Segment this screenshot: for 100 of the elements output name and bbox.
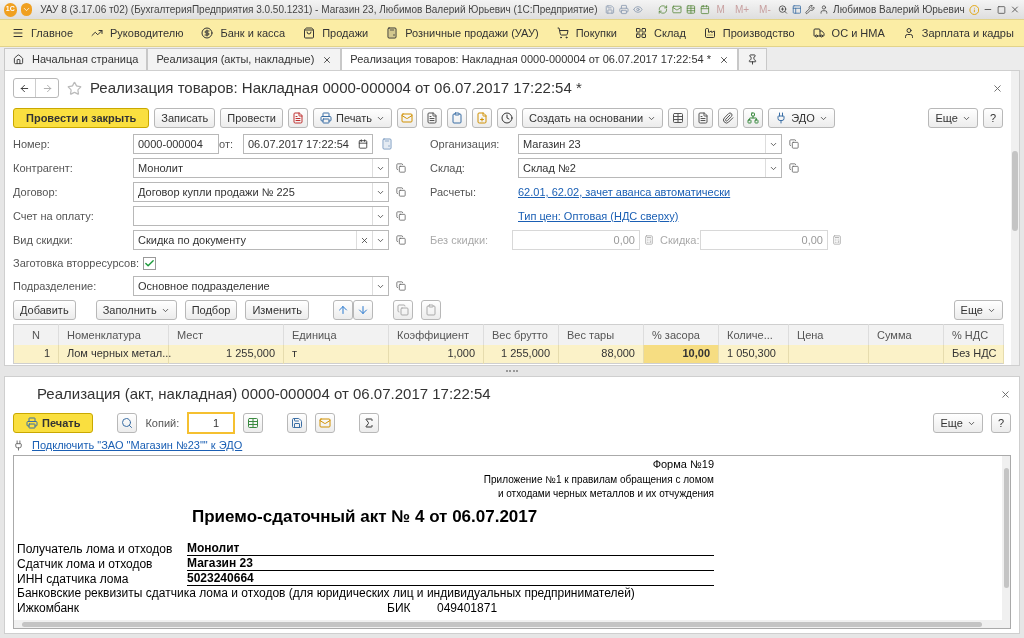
post-close-button[interactable]: Провести и закрыть	[13, 108, 150, 128]
tab[interactable]: Начальная страница	[4, 48, 148, 70]
row-label: Сдатчик лома и отходов	[17, 557, 154, 571]
column-header[interactable]: Вес тары	[558, 324, 644, 345]
paste-button[interactable]	[421, 300, 441, 320]
fill-button[interactable]: Заполнить	[95, 300, 177, 320]
select-field[interactable]: Основное подразделение	[133, 276, 389, 296]
calculator-icon[interactable]	[832, 235, 842, 245]
section-item[interactable]: Банк и касса	[201, 24, 286, 42]
mail-icon	[401, 112, 414, 124]
checkbox[interactable]	[143, 256, 157, 270]
column-header[interactable]: Коэффициент	[388, 324, 484, 345]
report-button[interactable]	[447, 108, 468, 128]
section-item[interactable]: ОС и НМА	[812, 24, 885, 42]
column-header[interactable]: Количе...	[718, 324, 789, 345]
more-button[interactable]: Еще	[933, 413, 983, 433]
save-icon[interactable]	[605, 4, 616, 15]
column-header[interactable]: Цена	[788, 324, 869, 345]
section-item[interactable]: Производство	[703, 24, 795, 42]
edo-link[interactable]: Подключить "ЗАО "Магазин №23"" к ЭДО	[32, 436, 243, 454]
tab[interactable]: Реализация (акты, накладные)	[147, 48, 342, 70]
file-button[interactable]	[693, 108, 714, 128]
print-button[interactable]: Печать	[13, 413, 94, 433]
date-field[interactable]: 06.07.2017 17:22:54	[243, 134, 373, 154]
ledger-button[interactable]	[288, 108, 308, 128]
sum-button[interactable]	[359, 413, 380, 433]
refresh-icon[interactable]	[658, 4, 668, 15]
settings-icon[interactable]	[805, 4, 816, 15]
tab[interactable]	[737, 48, 767, 70]
column-header[interactable]: Мест	[168, 324, 284, 345]
column-header[interactable]: % засора	[643, 324, 719, 345]
table-button[interactable]	[243, 413, 264, 433]
zoom-icon[interactable]	[777, 4, 788, 15]
print-icon[interactable]	[619, 4, 630, 15]
section-item[interactable]: Руководителю	[91, 24, 184, 42]
calculator-icon[interactable]	[644, 235, 654, 245]
table-icon[interactable]	[685, 4, 696, 15]
print-button[interactable]: Печать	[313, 108, 393, 128]
column-header[interactable]: N	[13, 324, 59, 345]
select-field[interactable]: Магазин 23	[518, 134, 782, 154]
section-item[interactable]: Покупки	[556, 24, 617, 42]
close-icon[interactable]	[322, 54, 333, 65]
mail-button[interactable]	[315, 413, 336, 433]
payments-link[interactable]: 62.01, 62.02, зачет аванса автоматически	[518, 183, 731, 201]
entries-button[interactable]	[422, 108, 443, 128]
save-button[interactable]	[287, 413, 308, 433]
select-field[interactable]: Скидка по документу	[133, 230, 389, 250]
select-field[interactable]: Договор купли продажи № 225	[133, 182, 389, 202]
section-item[interactable]: Главное	[12, 24, 74, 42]
section-item[interactable]: Розничные продажи (УАУ)	[386, 24, 539, 42]
table-button[interactable]	[668, 108, 689, 128]
user-name[interactable]: Любимов Валерий Юрьевич	[833, 2, 965, 17]
column-header[interactable]: Номенклатура	[58, 324, 169, 345]
column-header[interactable]: Сумма	[868, 324, 944, 345]
help-button[interactable]: ?	[990, 413, 1011, 433]
select-field[interactable]: Склад №2	[518, 158, 782, 178]
star-icon[interactable]	[67, 80, 82, 96]
attachment-button[interactable]	[718, 108, 739, 128]
calendar-icon[interactable]	[358, 139, 368, 149]
number-field[interactable]: 0000-000004	[133, 134, 219, 154]
select-field[interactable]	[133, 206, 389, 226]
more-button[interactable]: Еще	[953, 300, 1003, 320]
app-menu-button[interactable]	[20, 3, 33, 16]
column-header[interactable]: Единица	[283, 324, 389, 345]
field-label: Вид скидки:	[13, 232, 74, 248]
restore-icon[interactable]	[997, 4, 1007, 15]
copies-field[interactable]: 1	[187, 412, 236, 434]
panel-icon[interactable]	[791, 4, 802, 15]
calculator-icon[interactable]	[381, 138, 393, 150]
edo-button[interactable]: ЭДО	[768, 108, 835, 128]
help-button[interactable]: ?	[982, 108, 1003, 128]
close-icon[interactable]	[718, 54, 729, 65]
mail-icon[interactable]	[672, 4, 682, 15]
more-button[interactable]: Еще	[928, 108, 978, 128]
select-field[interactable]: Монолит	[133, 158, 389, 178]
pick-button[interactable]: Подбор	[184, 300, 238, 320]
tab[interactable]: Реализация товаров: Накладная 0000-000004 от 06.07.2017 17:22:54 *	[341, 48, 738, 70]
price-type-link[interactable]: Тип цен: Оптовая (НДС сверху)	[518, 207, 679, 225]
down-button[interactable]	[353, 300, 373, 320]
post-button[interactable]: Провести	[220, 108, 283, 128]
up-button[interactable]	[333, 300, 353, 320]
preview-button[interactable]	[117, 413, 138, 433]
create-based-button[interactable]: Создать на основании	[522, 108, 664, 128]
section-item[interactable]: Продажи	[303, 24, 369, 42]
section-item[interactable]: Склад	[635, 24, 686, 42]
scrollbar[interactable]	[1002, 456, 1010, 620]
save-button[interactable]: Записать	[154, 108, 216, 128]
clock-button[interactable]	[497, 108, 518, 128]
scrollbar[interactable]	[14, 620, 1010, 628]
change-button[interactable]: Изменить	[245, 300, 309, 320]
column-header[interactable]: % НДС	[943, 324, 1004, 345]
copy-button[interactable]	[393, 300, 413, 320]
scrollbar[interactable]	[1011, 71, 1019, 365]
preview-icon[interactable]	[633, 4, 643, 15]
section-item[interactable]: Зарплата и кадры	[902, 24, 1014, 42]
close-icon[interactable]	[992, 82, 1003, 94]
close-icon[interactable]	[1000, 388, 1011, 400]
structure-button[interactable]	[743, 108, 764, 128]
column-header[interactable]: Вес брутто	[483, 324, 559, 345]
add-button[interactable]: Добавить	[13, 300, 76, 320]
